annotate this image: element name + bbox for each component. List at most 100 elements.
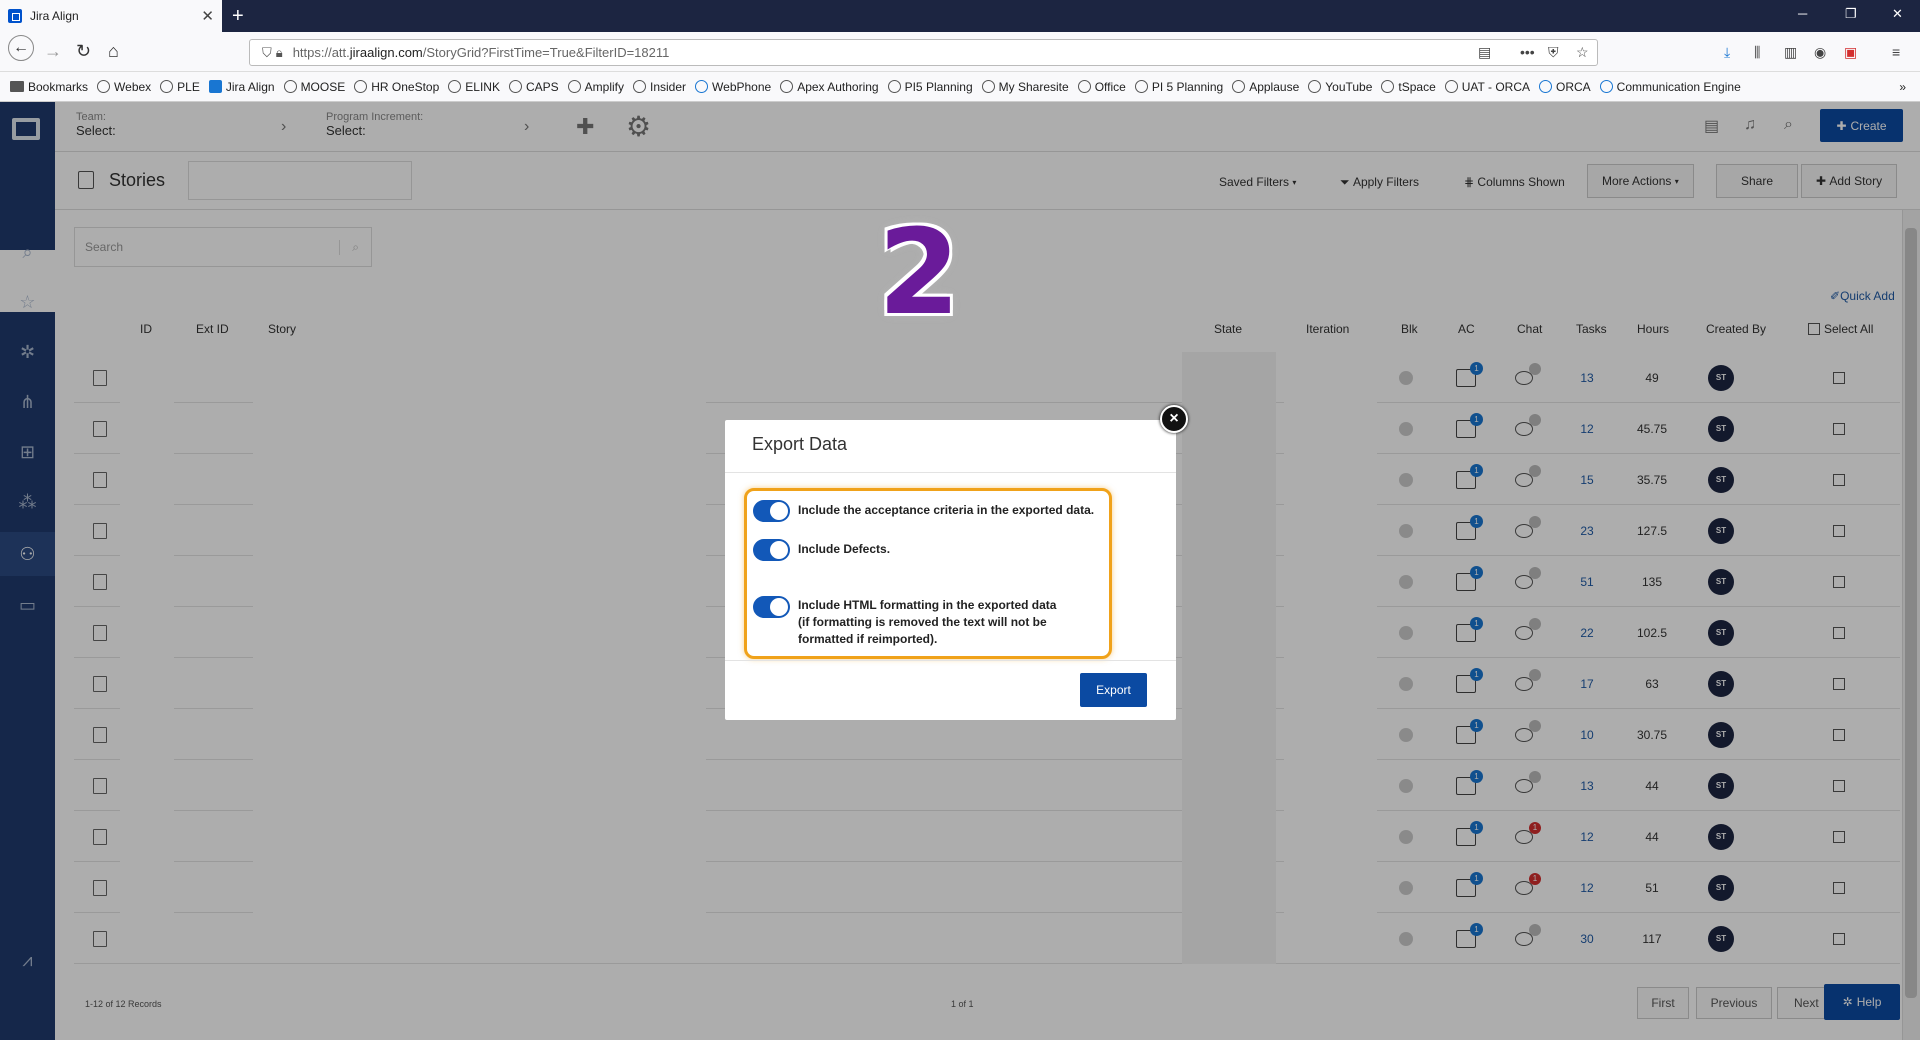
bookmark-label: Applause xyxy=(1249,79,1300,94)
bookmark-label: Apex Authoring xyxy=(797,79,879,94)
library-icon[interactable]: ⫼ xyxy=(1754,44,1760,61)
jira-align-favicon-icon xyxy=(8,9,22,23)
highlight-annotation xyxy=(744,488,1112,659)
bookmark-item[interactable]: ORCA xyxy=(1539,80,1591,94)
close-tab-icon[interactable]: ✕ xyxy=(201,7,214,25)
minimize-icon[interactable]: ─ xyxy=(1798,6,1807,21)
modal-footer-divider xyxy=(725,660,1176,661)
globe-icon xyxy=(1308,80,1322,93)
bookmark-label: tSpace xyxy=(1398,79,1436,94)
globe-icon xyxy=(160,80,174,93)
bookmark-item[interactable]: Amplify xyxy=(567,79,624,94)
home-icon[interactable]: ⌂ xyxy=(108,41,119,61)
url-path: /StoryGrid?FirstTime=True&FilterID=18211 xyxy=(422,45,670,60)
bookmark-item[interactable]: MOOSE xyxy=(283,79,346,94)
bookmark-label: Bookmarks xyxy=(28,79,89,94)
downloads-icon[interactable]: ⤓ xyxy=(1724,44,1730,61)
bookmarks-overflow-icon[interactable]: » xyxy=(1899,80,1906,94)
modal-divider xyxy=(725,472,1176,473)
bookmark-label: CAPS xyxy=(525,79,559,94)
browser-tab[interactable]: Jira Align ✕ xyxy=(0,0,222,32)
bookmark-item[interactable]: HR OneStop xyxy=(354,80,439,94)
bookmark-label: ORCA xyxy=(1556,79,1591,94)
bookmark-label: Communication Engine xyxy=(1616,79,1741,94)
sidebar-icon[interactable]: ▥ xyxy=(1784,44,1797,61)
lock-icon: 🔒︎ xyxy=(275,44,283,60)
bookmark-item[interactable]: CAPS xyxy=(508,79,559,94)
bookmark-item[interactable]: Insider xyxy=(633,80,686,94)
bookmark-label: PLE xyxy=(177,79,200,94)
bookmark-label: WebPhone xyxy=(712,79,772,94)
bookmark-item[interactable]: Bookmarks xyxy=(10,80,88,94)
bookmark-item[interactable]: YouTube xyxy=(1308,80,1372,94)
restore-icon[interactable]: ❐ xyxy=(1845,6,1857,22)
globe-icon xyxy=(1381,80,1395,93)
shield-icon: ⛉ xyxy=(262,44,272,60)
bookmark-label: ELINK xyxy=(465,79,500,94)
bookmark-label: Amplify xyxy=(584,79,624,94)
bookmark-label: PI 5 Planning xyxy=(1151,79,1224,94)
webphone-icon xyxy=(695,80,709,93)
jira-icon xyxy=(208,80,222,93)
close-icon[interactable]: × xyxy=(1160,405,1188,433)
menu-icon[interactable]: ≡ xyxy=(1892,44,1900,60)
reader-view-icon[interactable]: ▤ xyxy=(1478,44,1491,61)
orca-icon xyxy=(1539,80,1552,93)
globe-icon xyxy=(1232,80,1246,93)
bookmark-item[interactable]: ELINK xyxy=(448,80,500,94)
bookmarks-bar: Bookmarks Webex PLE Jira Align MOOSE HR … xyxy=(0,72,1920,102)
globe-icon xyxy=(354,80,368,93)
globe-icon xyxy=(97,80,111,93)
extension-icon[interactable]: ▣ xyxy=(1844,44,1857,61)
bookmark-item[interactable]: Office xyxy=(1077,79,1126,94)
bookmark-item[interactable]: My Sharesite xyxy=(981,80,1069,94)
globe-icon xyxy=(780,80,794,93)
bookmark-item[interactable]: Jira Align xyxy=(208,79,275,94)
globe-icon xyxy=(1077,80,1091,93)
bookmark-item[interactable]: PI 5 Planning xyxy=(1134,79,1224,94)
bookmark-item[interactable]: PI5 Planning xyxy=(887,79,973,94)
bookmark-item[interactable]: WebPhone xyxy=(695,80,771,94)
close-window-icon[interactable]: ✕ xyxy=(1892,6,1903,22)
globe-icon xyxy=(283,80,297,93)
bookmark-item[interactable]: Webex xyxy=(97,80,151,94)
globe-icon xyxy=(567,80,581,93)
bookmark-star-icon[interactable]: ☆ xyxy=(1576,44,1589,61)
new-tab-icon[interactable]: + xyxy=(232,4,244,28)
url-domain: jiraalign.com xyxy=(349,45,423,60)
reload-icon[interactable]: ↻ xyxy=(76,41,91,61)
globe-icon xyxy=(981,80,995,93)
bookmark-label: Webex xyxy=(114,79,152,94)
bookmark-label: Jira Align xyxy=(225,79,275,94)
tab-title: Jira Align xyxy=(30,9,79,23)
orca-icon xyxy=(1444,80,1458,93)
globe-icon xyxy=(508,80,522,93)
folder-icon xyxy=(10,81,24,92)
att-icon xyxy=(1599,80,1613,93)
bookmark-label: YouTube xyxy=(1325,79,1373,94)
bookmark-item[interactable]: Apex Authoring xyxy=(780,79,879,94)
account-icon[interactable]: ◉ xyxy=(1814,44,1826,61)
bookmark-item[interactable]: tSpace xyxy=(1381,79,1436,94)
globe-icon xyxy=(1134,80,1148,93)
address-bar[interactable]: ⛉ 🔒︎ https://att. jiraalign.com/StoryGrid… xyxy=(249,39,1598,66)
export-button[interactable]: Export xyxy=(1080,673,1147,707)
globe-icon xyxy=(887,80,901,93)
back-icon[interactable]: ← xyxy=(8,35,34,61)
url-prefix: https://att. xyxy=(292,45,350,60)
forward-icon[interactable]: → xyxy=(44,41,62,61)
globe-icon xyxy=(633,80,646,93)
globe-icon xyxy=(448,80,462,93)
bookmark-label: MOOSE xyxy=(300,79,346,94)
bookmark-label: PI5 Planning xyxy=(904,79,973,94)
pocket-icon[interactable]: ⛨ xyxy=(1548,44,1559,61)
bookmark-item[interactable]: Communication Engine xyxy=(1599,79,1741,94)
bookmark-item[interactable]: PLE xyxy=(160,80,200,94)
more-icon[interactable]: ••• xyxy=(1520,44,1535,60)
bookmark-label: UAT - ORCA xyxy=(1461,79,1530,94)
bookmark-label: HR OneStop xyxy=(371,79,440,94)
bookmark-item[interactable]: Applause xyxy=(1232,80,1299,94)
bookmark-item[interactable]: UAT - ORCA xyxy=(1444,79,1530,94)
bookmark-label: Office xyxy=(1094,79,1126,94)
browser-tab-bar: Jira Align ✕ + ─ ❐ ✕ xyxy=(0,0,1920,32)
